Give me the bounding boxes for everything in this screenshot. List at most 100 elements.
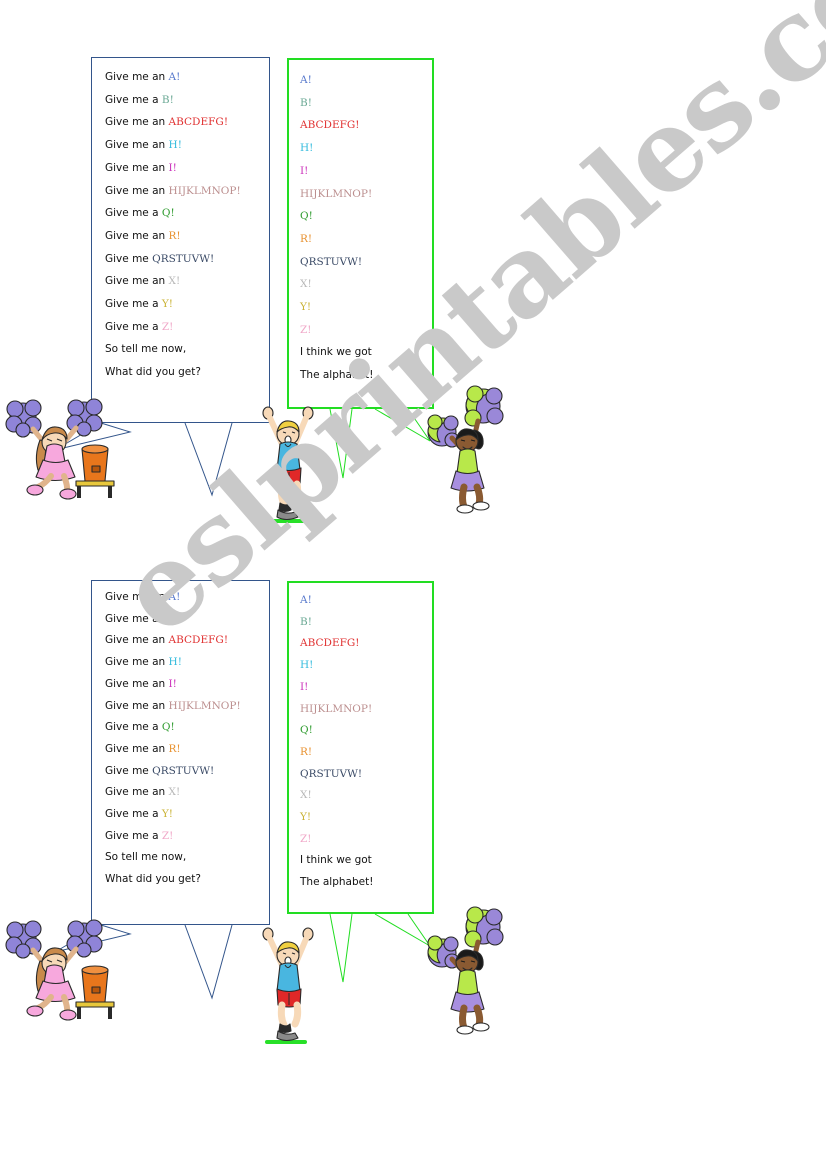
answer-lines-container: A! B! ABCDEFG! H! I! HIJKLMNOP! Q! R! QR… — [289, 583, 432, 894]
prompt-line: Give me an I! — [105, 157, 269, 180]
cheerleader-pink-figure — [5, 396, 126, 501]
answer-letters: ABCDEFG! — [300, 637, 360, 650]
prompt-letters: H! — [168, 139, 182, 152]
speech-bubble-prompts: Give me an A! Give me a B! Give me an AB… — [91, 57, 270, 423]
prompt-lead: Give me an — [105, 275, 169, 288]
prompt-line: Give me an R! — [105, 739, 269, 761]
prompt-line: Give me a B! — [105, 89, 269, 112]
prompt-lead: Give me an — [105, 184, 169, 197]
prompt-letters: Y! — [161, 808, 174, 821]
answer-letters: A! — [300, 594, 312, 606]
prompt-lead: Give me a — [105, 207, 162, 220]
answer-line: B! — [300, 612, 432, 634]
speech-bubble-answers: A! B! ABCDEFG! H! I! HIJKLMNOP! Q! R! QR… — [287, 58, 434, 409]
speech-bubble-prompts: Give me an A! Give me a B! Give me an AB… — [91, 580, 270, 925]
prompt-line: Give me an A! — [105, 66, 269, 89]
prompt-line: Give me a Y! — [105, 804, 269, 826]
prompt-lead: Give me an — [105, 634, 169, 647]
closing-line: So tell me now, — [105, 851, 187, 864]
prompt-letters: B! — [161, 93, 174, 106]
answer-letters: Y! — [300, 811, 312, 824]
answer-closing-line: The alphabet! — [300, 369, 374, 382]
prompt-letters: HIJKLMNOP! — [168, 184, 241, 197]
answer-letters: ABCDEFG! — [300, 119, 360, 132]
prompt-letters: QRSTUVW! — [152, 764, 215, 777]
prompt-line: Give me an HIJKLMNOP! — [105, 180, 269, 203]
answer-line: Q! — [300, 205, 432, 228]
prompt-line: Give me an HIJKLMNOP! — [105, 696, 269, 718]
answer-letters: X! — [300, 789, 312, 802]
prompt-lead: Give me an — [105, 786, 169, 799]
jumping-boy-figure — [258, 925, 320, 1043]
answer-line: I! — [300, 160, 432, 183]
answer-letters: B! — [300, 96, 312, 109]
speech-bubble-answers: A! B! ABCDEFG! H! I! HIJKLMNOP! Q! R! QR… — [287, 581, 434, 914]
answer-line: Z! — [300, 829, 432, 851]
prompt-lead: Give me an — [105, 161, 169, 174]
answer-line: H! — [300, 137, 432, 160]
prompt-letters: R! — [168, 229, 181, 242]
prompt-lead: Give me — [105, 252, 153, 265]
closing-line: What did you get? — [105, 873, 201, 886]
prompt-lead: Give me an — [105, 139, 169, 152]
answer-letters: Z! — [300, 323, 312, 336]
prompt-line: Give me QRSTUVW! — [105, 761, 269, 783]
prompt-letters: H! — [168, 656, 182, 669]
prompt-letters: QRSTUVW! — [152, 252, 215, 265]
cheerleader-pink-figure — [5, 917, 126, 1022]
answer-line: R! — [300, 228, 432, 251]
answer-line: A! — [300, 590, 432, 612]
prompt-line: Give me a B! — [105, 609, 269, 631]
closing-line: What did you get? — [105, 366, 201, 379]
prompt-lead: Give me — [105, 764, 153, 777]
prompt-letters: ABCDEFG! — [168, 634, 229, 647]
prompt-line: Give me an ABCDEFG! — [105, 111, 269, 134]
answer-closing-line: I think we got — [300, 346, 372, 359]
closing-line: So tell me now, — [105, 343, 187, 356]
prompt-line: Give me QRSTUVW! — [105, 248, 269, 271]
answer-letters: I! — [300, 164, 309, 177]
answer-line: QRSTUVW! — [300, 764, 432, 786]
prompt-lead: Give me a — [105, 721, 162, 734]
prompt-line: Give me an H! — [105, 652, 269, 674]
prompt-lead: Give me a — [105, 93, 162, 106]
answer-line: X! — [300, 273, 432, 296]
jumping-boy-figure — [258, 404, 320, 522]
prompt-lead: Give me a — [105, 829, 162, 842]
answer-letters: H! — [300, 659, 314, 672]
answer-line: Z! — [300, 319, 432, 342]
answer-line: X! — [300, 785, 432, 807]
prompt-lead: Give me a — [105, 808, 162, 821]
prompt-line: Give me a Z! — [105, 826, 269, 848]
prompt-lead: Give me an — [105, 699, 169, 712]
prompt-lead: Give me an — [105, 742, 169, 755]
answer-letters: Q! — [300, 210, 313, 223]
answer-letters: HIJKLMNOP! — [300, 187, 373, 200]
prompt-lead: Give me a — [105, 298, 162, 311]
worksheet-copy-bottom: Give me an A! Give me a B! Give me an AB… — [0, 520, 826, 1080]
answer-lines-container: A! B! ABCDEFG! H! I! HIJKLMNOP! Q! R! QR… — [289, 60, 432, 387]
answer-line: ABCDEFG! — [300, 114, 432, 137]
prompt-letters: X! — [168, 275, 181, 288]
answer-closing-line: The alphabet! — [300, 876, 374, 889]
prompt-letters: B! — [161, 612, 174, 625]
answer-line: HIJKLMNOP! — [300, 699, 432, 721]
answer-letters: R! — [300, 745, 313, 758]
answer-line: QRSTUVW! — [300, 251, 432, 274]
answer-line: B! — [300, 92, 432, 115]
answer-letters: A! — [300, 74, 312, 86]
cheerleader-green-figure — [427, 906, 506, 1035]
answer-letters: HIJKLMNOP! — [300, 702, 373, 715]
prompt-line: Give me an X! — [105, 782, 269, 804]
answer-letters: X! — [300, 278, 312, 291]
prompt-line: Give me an H! — [105, 134, 269, 157]
answer-letters: R! — [300, 232, 313, 245]
prompt-line: Give me an X! — [105, 270, 269, 293]
prompt-line: Give me a Q! — [105, 717, 269, 739]
prompt-lead: Give me an — [105, 591, 169, 603]
prompt-letters: A! — [168, 591, 181, 603]
prompt-line: Give me an R! — [105, 225, 269, 248]
answer-line: I! — [300, 677, 432, 699]
answer-letters: B! — [300, 615, 312, 628]
prompt-lines-container: Give me an A! Give me a B! Give me an AB… — [92, 58, 269, 384]
